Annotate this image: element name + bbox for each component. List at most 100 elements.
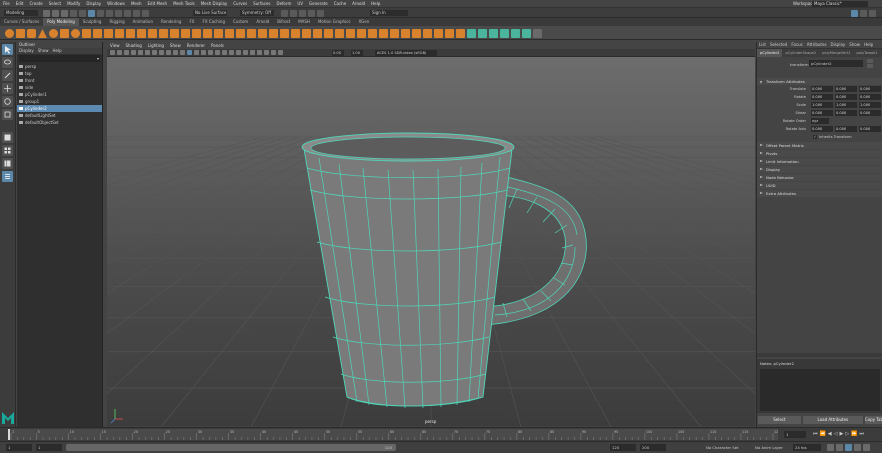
attribute-value-field[interactable]: 1.000 <box>859 102 881 108</box>
xray-joints-icon[interactable] <box>271 50 276 55</box>
toggle-tool-settings-icon[interactable] <box>860 10 867 17</box>
shelf-tab-rendering[interactable]: Rendering <box>157 18 185 26</box>
shelf-tab-fx[interactable]: FX <box>185 18 198 26</box>
wedge-icon[interactable] <box>335 29 344 38</box>
poly-plane-icon[interactable] <box>60 29 69 38</box>
bookmark-icon[interactable] <box>124 50 129 55</box>
menu-arnold[interactable]: Arnold <box>349 0 368 8</box>
poly-sphere-icon[interactable] <box>5 29 14 38</box>
ae-menu-list[interactable]: List <box>757 42 768 48</box>
boolean-icon[interactable] <box>159 29 168 38</box>
character-set-dropdown[interactable]: No Character Set <box>706 444 739 451</box>
transform-name-field[interactable]: pCylinder2 <box>809 60 863 67</box>
menu-curves[interactable]: Curves <box>230 0 250 8</box>
ae-tab-polymergevert1[interactable]: polyMergeVert1 <box>819 49 853 57</box>
spherical-map-icon[interactable] <box>445 29 454 38</box>
shelf-tab-bifrost[interactable]: Bifrost <box>273 18 294 26</box>
wireframe-on-shaded-icon[interactable] <box>201 50 206 55</box>
toggle-attribute-editor-icon[interactable] <box>851 10 858 17</box>
ae-tab-pcylindershape2[interactable]: pCylinderShape2 <box>782 49 819 57</box>
use-all-lights-icon[interactable] <box>215 50 220 55</box>
xray-components-icon[interactable] <box>278 50 283 55</box>
menu-deform[interactable]: Deform <box>273 0 294 8</box>
outliner-menu-show[interactable]: Show <box>36 48 51 54</box>
ae-menu-attributes[interactable]: Attributes <box>805 42 829 48</box>
auto-map-icon[interactable] <box>456 29 465 38</box>
shelf-tab-arnold[interactable]: Arnold <box>252 18 273 26</box>
ae-select-button[interactable]: Select <box>758 416 801 424</box>
viewport-menu-panels[interactable]: Panels <box>208 42 227 49</box>
viewport-menu-shading[interactable]: Shading <box>123 42 145 49</box>
camera-attributes-icon[interactable] <box>117 50 122 55</box>
svg-icon[interactable] <box>115 29 124 38</box>
motion-blur-icon[interactable] <box>236 50 241 55</box>
select-tool-icon[interactable] <box>2 44 13 55</box>
section-uuid[interactable]: UUID <box>757 182 882 189</box>
uv-layout-icon[interactable] <box>533 29 542 38</box>
notes-area[interactable]: Notes: pCylinder2 <box>757 359 882 413</box>
open-scene-icon[interactable] <box>52 10 59 17</box>
outliner-item[interactable]: defaultObjectSet <box>17 119 102 126</box>
attribute-value-field[interactable]: 0.000 <box>811 94 833 100</box>
ae-menu-focus[interactable]: Focus <box>789 42 804 48</box>
color-space-dropdown[interactable]: ACES 1.0 SDR-video (sRGB) <box>375 50 437 56</box>
rotate-axis-z-field[interactable]: 0.000 <box>859 126 881 132</box>
platonic-solid-icon[interactable] <box>82 29 91 38</box>
render-icon[interactable] <box>281 10 288 17</box>
shelf-tab-poly-modeling[interactable]: Poly Modeling <box>43 18 79 26</box>
playback-settings-icon[interactable] <box>863 444 870 451</box>
xray-icon[interactable] <box>264 50 269 55</box>
cylindrical-map-icon[interactable] <box>434 29 443 38</box>
fill-hole-icon[interactable] <box>214 29 223 38</box>
animation-end-field[interactable]: 200 <box>640 444 666 451</box>
collapse-icon[interactable] <box>357 29 366 38</box>
3d-viewport[interactable]: persp <box>107 57 755 427</box>
audio-icon[interactable] <box>836 444 843 451</box>
combine-icon[interactable] <box>126 29 135 38</box>
step-back-frame-icon[interactable]: ◀ <box>827 431 833 437</box>
field-chart-icon[interactable] <box>166 50 171 55</box>
shelf-tab-curves-surfaces[interactable]: Curves / Surfaces <box>0 18 43 26</box>
offset-edge-loop-icon[interactable] <box>313 29 322 38</box>
render-settings-icon[interactable] <box>299 10 306 17</box>
attribute-value-field[interactable]: 0.000 <box>859 94 881 100</box>
attribute-value-field[interactable]: 0.000 <box>859 110 881 116</box>
move-tool-icon[interactable] <box>2 83 13 94</box>
isolate-select-icon[interactable] <box>257 50 262 55</box>
triangulate-icon[interactable] <box>225 29 234 38</box>
shelf-tab-rigging[interactable]: Rigging <box>105 18 128 26</box>
shelf-tab-fx-caching[interactable]: FX Caching <box>199 18 229 26</box>
menu-windows[interactable]: Windows <box>104 0 128 8</box>
insert-edge-loop-icon[interactable] <box>302 29 311 38</box>
safe-action-icon[interactable] <box>173 50 178 55</box>
menu-cache[interactable]: Cache <box>331 0 349 8</box>
mirror-icon[interactable] <box>170 29 179 38</box>
fps-dropdown[interactable]: 24 fps <box>793 444 821 451</box>
select-hierarchy-icon[interactable] <box>88 10 95 17</box>
splitter-handle[interactable] <box>757 353 882 357</box>
outliner-search-input[interactable]: ▾ <box>19 55 100 62</box>
snap-curve-icon[interactable] <box>124 10 131 17</box>
playback-end-field[interactable]: 120 <box>610 444 636 451</box>
connect-icon[interactable] <box>280 29 289 38</box>
outliner-item[interactable]: persp <box>17 63 102 70</box>
new-scene-icon[interactable] <box>43 10 50 17</box>
viewport-menu-renderer[interactable]: Renderer <box>184 42 208 49</box>
shelf-tab-animation[interactable]: Animation <box>129 18 157 26</box>
sculpt-icon[interactable] <box>401 29 410 38</box>
center-pivot-icon[interactable] <box>467 29 476 38</box>
shelf-tab-custom[interactable]: Custom <box>229 18 252 26</box>
viewport-menu-show[interactable]: Show <box>167 42 184 49</box>
inherits-transform-checkbox[interactable]: ✓ <box>813 135 817 139</box>
section-display[interactable]: Display <box>757 166 882 173</box>
redo-icon[interactable] <box>79 10 86 17</box>
retopologize-icon[interactable] <box>390 29 399 38</box>
select-by-type-icon[interactable] <box>500 29 509 38</box>
select-object-icon[interactable] <box>97 10 104 17</box>
toggle-channel-box-icon[interactable] <box>869 10 876 17</box>
rotate-order-dropdown[interactable]: xyz <box>811 118 829 124</box>
hypershade-icon[interactable] <box>308 10 315 17</box>
shelf-tab-sculpting[interactable]: Sculpting <box>79 18 106 26</box>
outliner-item[interactable]: defaultLightSet <box>17 112 102 119</box>
bridge-icon[interactable] <box>192 29 201 38</box>
